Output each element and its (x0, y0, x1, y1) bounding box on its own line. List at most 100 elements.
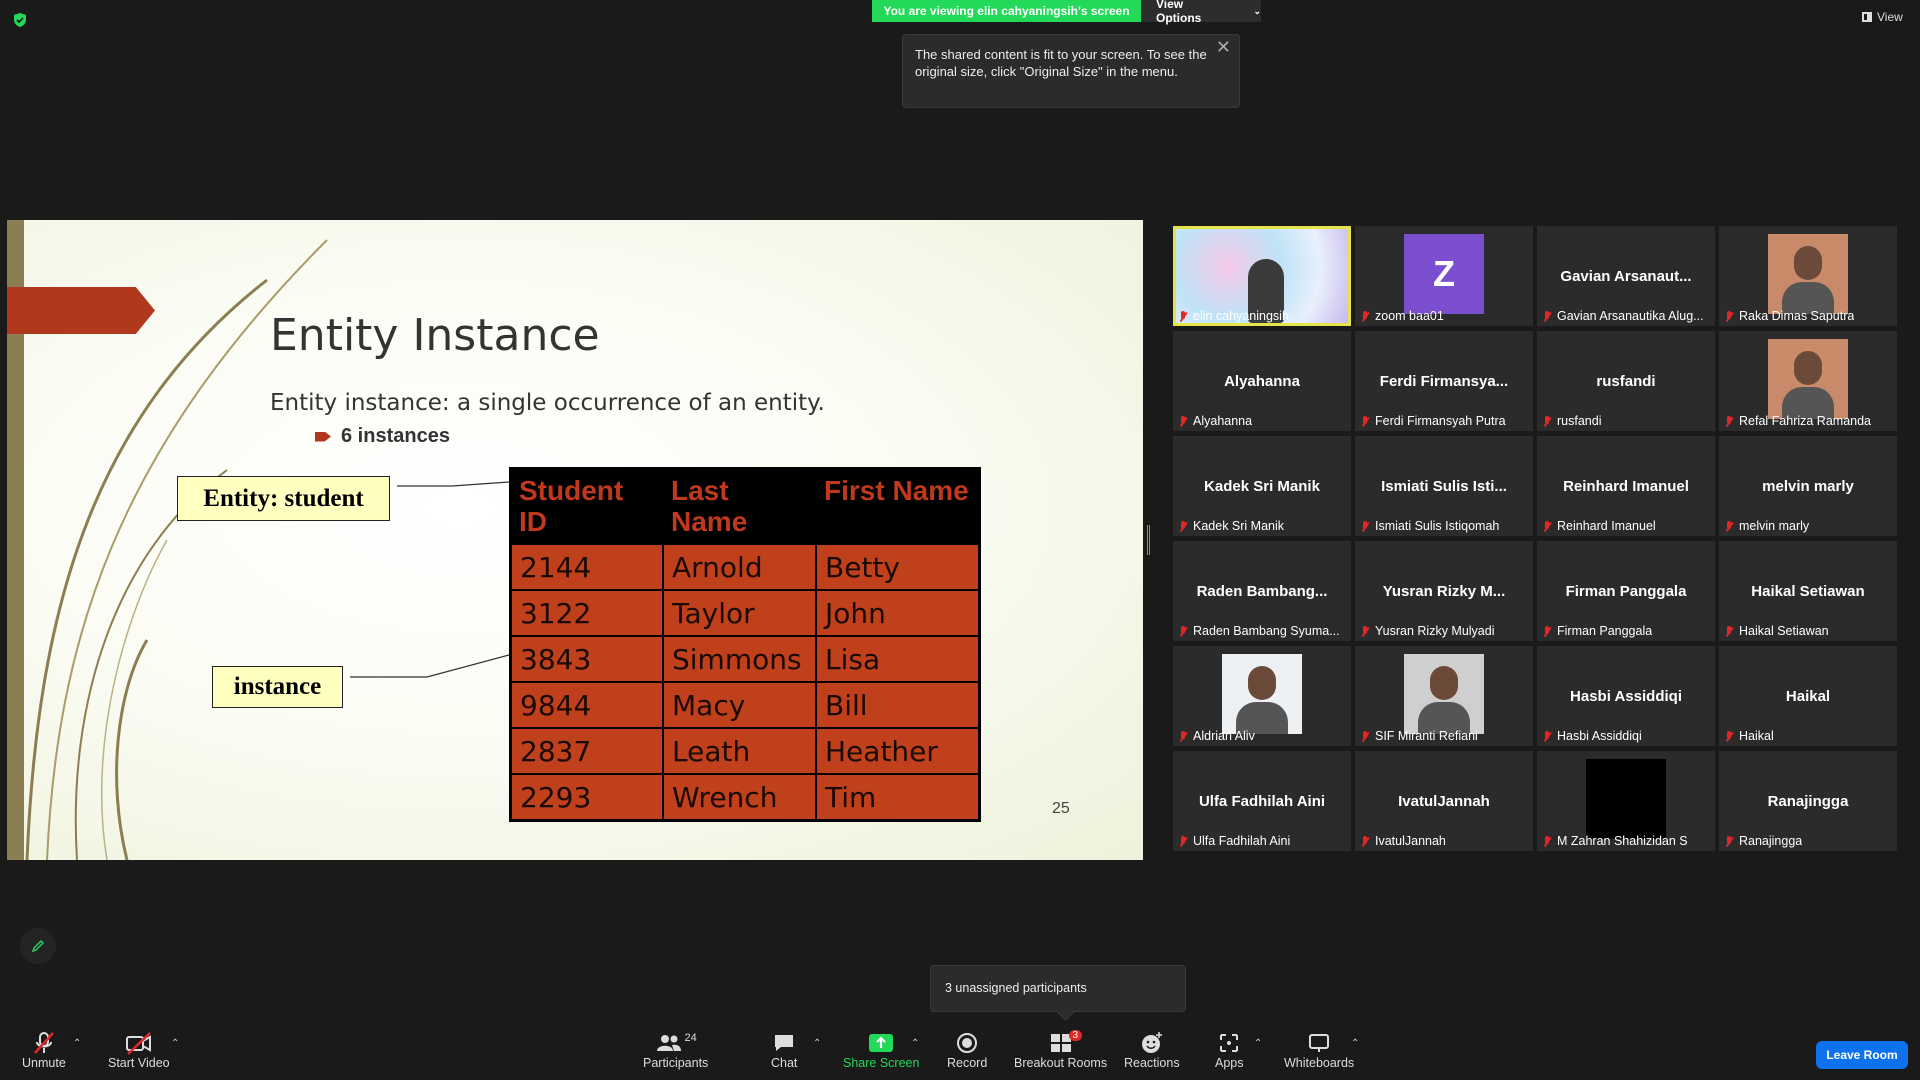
participant-tile[interactable]: M Zahran Shahizidan S (1537, 751, 1715, 851)
view-options-button[interactable]: View Options ⌄ (1141, 0, 1261, 25)
security-shield-icon[interactable] (12, 12, 28, 28)
muted-mic-icon (1725, 835, 1734, 847)
participant-display-name: Hasbi Assiddiqi (1570, 688, 1682, 705)
participants-button[interactable]: 24 Participants (643, 1030, 708, 1070)
muted-mic-icon (1361, 415, 1370, 427)
participant-tile[interactable]: Raka Dimas Saputra (1719, 226, 1897, 326)
participant-name-label: Haikal Setiawan (1725, 624, 1829, 638)
participant-tile[interactable]: Reinhard Imanuel Reinhard Imanuel (1537, 436, 1715, 536)
participant-tile[interactable]: Refal Fahriza Ramanda (1719, 331, 1897, 431)
viewing-screen-banner: You are viewing elin cahyaningsih's scre… (872, 0, 1141, 22)
participant-tile[interactable]: elin cahyaningsih (1173, 226, 1351, 326)
participant-tile[interactable]: Raden Bambang... Raden Bambang Syuma... (1173, 541, 1351, 641)
slide-page-number: 25 (1052, 800, 1070, 817)
close-icon[interactable]: ✕ (1216, 38, 1231, 56)
chat-options-caret-icon[interactable]: ⌃ (813, 1038, 821, 1049)
participant-name-label: Ranajingga (1725, 834, 1802, 848)
table-cell: 2293 (511, 774, 663, 820)
profile-photo (1768, 339, 1848, 419)
participant-label-text: Ranajingga (1739, 834, 1803, 848)
participant-label-text: IvatulJannah (1375, 834, 1446, 848)
reactions-label: Reactions (1124, 1056, 1180, 1070)
participant-tile[interactable]: Yusran Rizky M... Yusran Rizky Mulyadi (1355, 541, 1533, 641)
participant-tile[interactable]: Firman Panggala Firman Panggala (1537, 541, 1715, 641)
participant-label-text: M Zahran Shahizidan S (1557, 834, 1688, 848)
participant-name-label: Ferdi Firmansyah Putra (1361, 414, 1506, 428)
chat-button[interactable]: Chat (771, 1030, 797, 1070)
view-button[interactable]: View (1862, 10, 1903, 24)
participant-tile[interactable]: Aldrian Aliv (1173, 646, 1351, 746)
participant-label-text: Firman Panggala (1557, 624, 1653, 638)
table-cell: Leath (663, 728, 816, 774)
participant-name-label: Yusran Rizky Mulyadi (1361, 624, 1495, 638)
participant-label-text: Ferdi Firmansyah Putra (1375, 414, 1506, 428)
view-options-label: View Options (1156, 0, 1202, 25)
apps-label: Apps (1215, 1056, 1244, 1070)
annotate-button[interactable] (20, 928, 56, 964)
whiteboards-button[interactable]: Whiteboards (1284, 1030, 1354, 1070)
participant-name-label: Aldrian Aliv (1179, 729, 1255, 743)
video-options-caret-icon[interactable]: ⌃ (171, 1038, 179, 1049)
breakout-rooms-button[interactable]: 3 Breakout Rooms (1014, 1030, 1107, 1070)
table-cell: Wrench (663, 774, 816, 820)
participant-label-text: Yusran Rizky Mulyadi (1375, 624, 1495, 638)
start-video-button[interactable]: Start Video (108, 1030, 170, 1070)
participant-label-text: Reinhard Imanuel (1557, 519, 1656, 533)
muted-mic-icon (1725, 520, 1734, 532)
participants-label: Participants (643, 1056, 709, 1070)
whiteboard-options-caret-icon[interactable]: ⌃ (1351, 1038, 1359, 1049)
table-header: First Name (816, 469, 979, 544)
participant-display-name: Ranajingga (1767, 793, 1849, 810)
apps-button[interactable]: Apps (1215, 1030, 1244, 1070)
participant-tile[interactable]: Haikal Setiawan Haikal Setiawan (1719, 541, 1897, 641)
participant-tile[interactable]: Haikal Haikal (1719, 646, 1897, 746)
share-options-caret-icon[interactable]: ⌃ (911, 1038, 919, 1049)
video-off-icon (125, 1030, 153, 1056)
view-label: View (1877, 10, 1903, 24)
participant-tile[interactable]: Gavian Arsanaut... Gavian Arsanautika Alu… (1537, 226, 1715, 326)
table-cell: 2837 (511, 728, 663, 774)
participant-display-name: IvatulJannah (1398, 793, 1490, 810)
chat-label: Chat (771, 1056, 798, 1070)
participant-tile[interactable]: Ismiati Sulis Isti... Ismiati Sulis Istiq… (1355, 436, 1533, 536)
share-screen-button[interactable]: Share Screen (843, 1030, 919, 1070)
record-button[interactable]: Record (947, 1030, 987, 1070)
fit-screen-tooltip: The shared content is fit to your screen… (902, 34, 1240, 108)
participant-display-name: Ulfa Fadhilah Aini (1198, 793, 1326, 810)
participant-tile[interactable]: Alyahanna Alyahanna (1173, 331, 1351, 431)
participant-display-name: Raden Bambang... (1196, 583, 1328, 600)
participant-tile[interactable]: SIF Miranti Refiani (1355, 646, 1533, 746)
muted-mic-icon (1179, 730, 1188, 742)
unmute-button[interactable]: Unmute (22, 1030, 66, 1070)
table-cell: 2144 (511, 544, 663, 590)
panel-resize-handle[interactable] (1147, 525, 1150, 555)
table-cell: Bill (816, 682, 979, 728)
table-cell: Arnold (663, 544, 816, 590)
participant-tile[interactable]: Ranajingga Ranajingga (1719, 751, 1897, 851)
participant-tile[interactable]: rusfandi rusfandi (1537, 331, 1715, 431)
participant-tile[interactable]: Ferdi Firmansya... Ferdi Firmansyah Putra (1355, 331, 1533, 431)
participant-tile[interactable]: IvatulJannah IvatulJannah (1355, 751, 1533, 851)
participant-display-name: Reinhard Imanuel (1563, 478, 1689, 495)
participant-tile[interactable]: Kadek Sri Manik Kadek Sri Manik (1173, 436, 1351, 536)
participant-tile[interactable]: Hasbi Assiddiqi Hasbi Assiddiqi (1537, 646, 1715, 746)
muted-mic-icon (1543, 520, 1552, 532)
participant-label-text: Refal Fahriza Ramanda (1739, 414, 1872, 428)
muted-mic-icon (1543, 415, 1552, 427)
pencil-icon (31, 940, 44, 953)
participant-tile[interactable]: melvin marly melvin marly (1719, 436, 1897, 536)
audio-options-caret-icon[interactable]: ⌃ (73, 1038, 81, 1049)
participant-label-text: zoom baa01 (1375, 309, 1444, 323)
participant-display-name: Alyahanna (1224, 373, 1300, 390)
participant-name-label: elin cahyaningsih (1179, 309, 1289, 323)
participant-tile[interactable]: Ulfa Fadhilah Aini Ulfa Fadhilah Aini (1173, 751, 1351, 851)
participant-tile[interactable]: Zzoom baa01 (1355, 226, 1533, 326)
tooltip-text: The shared content is fit to your screen… (915, 47, 1207, 79)
reactions-button[interactable]: Reactions (1124, 1030, 1180, 1070)
participant-name-label: Ulfa Fadhilah Aini (1179, 834, 1290, 848)
table-cell: Betty (816, 544, 979, 590)
leave-room-button[interactable]: Leave Room (1816, 1041, 1908, 1069)
apps-options-caret-icon[interactable]: ⌃ (1254, 1038, 1262, 1049)
participant-name-label: melvin marly (1725, 519, 1809, 533)
participant-name-label: Refal Fahriza Ramanda (1725, 414, 1871, 428)
